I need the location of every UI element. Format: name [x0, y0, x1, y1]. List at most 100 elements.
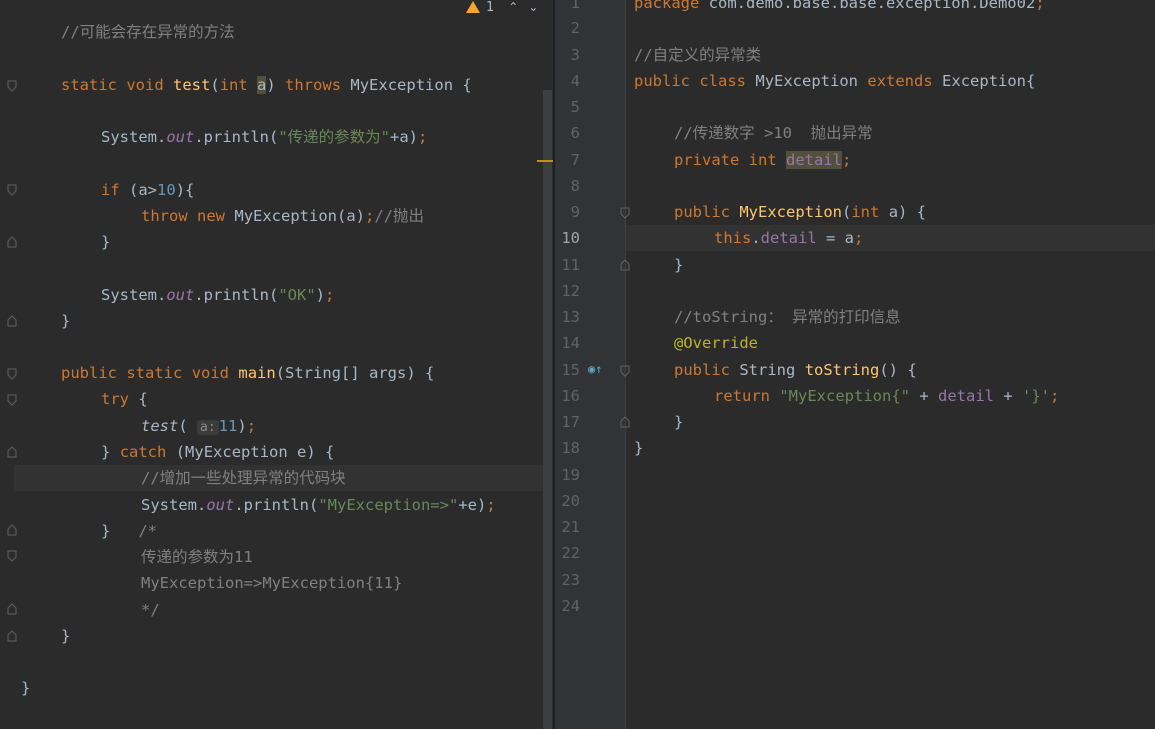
- identifier: +a): [390, 128, 418, 146]
- fold-end-icon[interactable]: [7, 630, 17, 642]
- fold-icon[interactable]: [7, 394, 17, 406]
- brace: }: [101, 233, 111, 251]
- chevron-down-icon[interactable]: ⌄: [528, 0, 538, 14]
- code-line[interactable]: try {: [101, 386, 148, 412]
- semicolon: ;: [1050, 387, 1060, 405]
- right-editor-pane[interactable]: 1 2 3 4 5 6 7 8 9 10 11 12 13 14 15 16 1…: [555, 0, 1155, 729]
- identifier: System.: [141, 496, 207, 514]
- fold-end-icon[interactable]: [7, 446, 17, 458]
- code-line[interactable]: 传递的参数为11: [141, 544, 253, 570]
- semicolon: ;: [325, 286, 335, 304]
- code-line[interactable]: }: [61, 623, 70, 649]
- field-name: detail: [938, 387, 994, 405]
- semicolon: ;: [246, 417, 257, 435]
- identifier: (MyException e) {: [175, 443, 335, 461]
- override-icon[interactable]: ◉↑: [588, 362, 602, 376]
- annotation: @Override: [674, 334, 758, 352]
- code-line[interactable]: }: [61, 308, 70, 334]
- line-number: 9: [570, 203, 580, 221]
- code-line[interactable]: throw new MyException(a);//抛出: [141, 203, 424, 229]
- line-number: 11: [561, 256, 580, 274]
- fold-end-icon[interactable]: [7, 315, 17, 327]
- identifier: (: [842, 203, 852, 221]
- code-line[interactable]: }: [674, 409, 683, 435]
- identifier: = a: [816, 229, 854, 247]
- code-line[interactable]: System.out.println("OK");: [101, 282, 334, 308]
- left-editor-pane[interactable]: 1 ⌃ ⌄ //可能会存在异常的方法 static void test(int …: [0, 0, 553, 729]
- identifier: () {: [879, 361, 917, 379]
- keyword: package: [634, 0, 700, 12]
- fold-icon[interactable]: [620, 207, 630, 219]
- code-line[interactable]: if (a>10){: [101, 177, 194, 203]
- comment: //自定义的异常类: [634, 46, 762, 64]
- identifier: (a>: [129, 181, 158, 199]
- error-stripe-marker[interactable]: [537, 160, 553, 162]
- class-name: MyException: [755, 72, 859, 90]
- code-line[interactable]: return "MyException{" + detail + '}';: [714, 383, 1059, 409]
- operator: +: [910, 387, 938, 405]
- fold-end-icon[interactable]: [620, 259, 630, 271]
- code-line[interactable]: //toString： 异常的打印信息: [674, 304, 901, 330]
- semicolon: ;: [365, 207, 375, 225]
- fold-end-icon[interactable]: [620, 416, 630, 428]
- keyword: private: [674, 151, 740, 169]
- keyword: extends: [867, 72, 933, 90]
- code-line[interactable]: //可能会存在异常的方法: [61, 19, 235, 45]
- constructor-name: MyException: [739, 203, 842, 221]
- code-line[interactable]: //传递数字 >10 抛出异常: [674, 120, 873, 146]
- identifier: (: [178, 417, 188, 435]
- code-line[interactable]: //自定义的异常类: [634, 42, 761, 68]
- vertical-scrollbar[interactable]: [543, 90, 552, 729]
- brace: }: [674, 413, 684, 431]
- fold-icon[interactable]: [620, 365, 630, 377]
- comment: //可能会存在异常的方法: [61, 23, 235, 41]
- line-number: 21: [561, 518, 580, 536]
- code-line[interactable]: System.out.println("传递的参数为"+a);: [101, 124, 427, 150]
- fold-icon[interactable]: [7, 550, 17, 562]
- comment: 传递的参数为11: [141, 548, 253, 566]
- code-line[interactable]: System.out.println("MyException=>"+e);: [141, 492, 496, 518]
- code-line[interactable]: public static void main(String[] args) {: [61, 360, 434, 386]
- code-line[interactable]: }: [101, 229, 110, 255]
- method-name: toString: [804, 361, 880, 379]
- keyword: int: [748, 151, 777, 169]
- type-name: String: [739, 361, 796, 379]
- keyword: throw: [141, 207, 188, 225]
- code-line[interactable]: }: [634, 435, 643, 461]
- code-line[interactable]: } /*: [101, 518, 157, 544]
- parameter-hint: a:: [197, 420, 219, 435]
- code-line[interactable]: MyException=>MyException{11}: [141, 570, 402, 596]
- line-number: 18: [561, 439, 580, 457]
- line-number: 19: [561, 466, 580, 484]
- code-line[interactable]: @Override: [674, 330, 758, 356]
- semicolon: ;: [486, 496, 496, 514]
- code-line[interactable]: public class MyException extends Excepti…: [634, 68, 1035, 94]
- inspection-widget[interactable]: 1 ⌃ ⌄: [466, 0, 538, 15]
- comment: //传递数字 >10 抛出异常: [674, 124, 873, 142]
- code-line[interactable]: public String toString() {: [674, 357, 917, 383]
- method-name: test: [173, 76, 211, 94]
- fold-end-icon[interactable]: [7, 524, 17, 536]
- fold-icon[interactable]: [7, 368, 17, 380]
- identifier: ): [237, 417, 247, 435]
- code-line[interactable]: public MyException(int a) {: [674, 199, 926, 225]
- code-line[interactable]: //增加一些处理异常的代码块: [141, 465, 346, 491]
- code-line[interactable]: }: [674, 252, 683, 278]
- code-line[interactable]: } catch (MyException e) {: [101, 439, 334, 465]
- semicolon: ;: [854, 229, 864, 247]
- fold-end-icon[interactable]: [7, 236, 17, 248]
- fold-icon[interactable]: [7, 184, 17, 196]
- code-line[interactable]: test( a: 11);: [141, 413, 256, 439]
- warning-icon[interactable]: [466, 1, 480, 13]
- fold-icon[interactable]: [7, 80, 17, 92]
- code-line[interactable]: }: [21, 675, 30, 701]
- line-number: 12: [561, 282, 580, 300]
- code-line[interactable]: static void test(int a) throws MyExcepti…: [61, 72, 472, 98]
- code-line[interactable]: private int detail;: [674, 147, 851, 173]
- chevron-up-icon[interactable]: ⌃: [508, 0, 518, 14]
- code-line[interactable]: */: [141, 597, 160, 623]
- fold-end-icon[interactable]: [7, 603, 17, 615]
- keyword: static: [61, 76, 117, 94]
- code-line[interactable]: package com.demo.base.base.exception.Dem…: [634, 0, 1045, 16]
- code-line[interactable]: this.detail = a;: [714, 225, 863, 251]
